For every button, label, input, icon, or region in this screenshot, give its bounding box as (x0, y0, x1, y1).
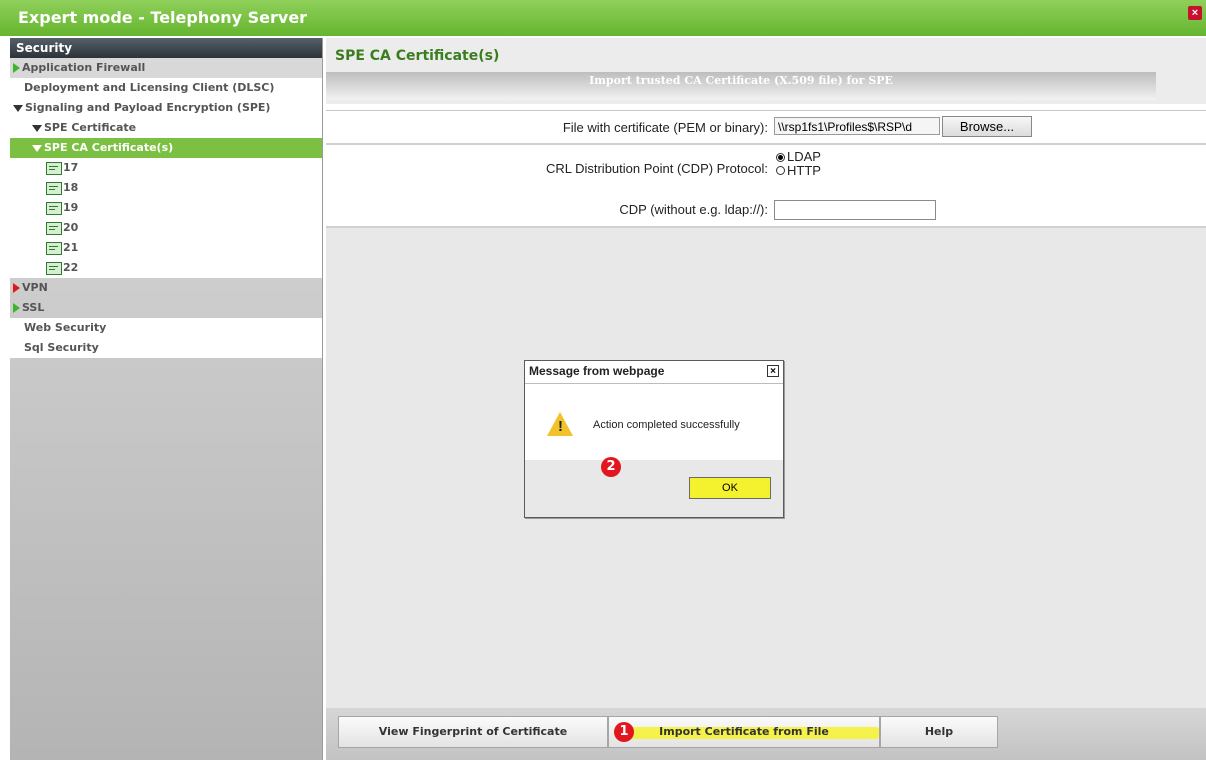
sidebar-item-application-firewall[interactable]: Application Firewall (10, 58, 322, 78)
step-1-badge: 1 (614, 722, 634, 742)
certificate-icon (46, 241, 62, 255)
import-section-bar: Import trusted CA Certificate (X.509 fil… (326, 72, 1156, 100)
file-path-field[interactable]: \\rsp1fs1\Profiles$\RSP\d (774, 117, 940, 135)
sidebar-item-cert-21[interactable]: 21 (10, 238, 322, 258)
file-label: File with certificate (PEM or binary): (562, 120, 768, 135)
cdp-label: CDP (without e.g. ldap://): (619, 202, 768, 217)
certificate-icon (46, 221, 62, 235)
dialog-title: Message from webpage (529, 364, 665, 378)
help-label: Help (924, 725, 954, 738)
radio-ldap-label: LDAP (787, 149, 821, 164)
sidebar-item-cert-20[interactable]: 20 (10, 218, 322, 238)
sidebar-item-cert-18[interactable]: 18 (10, 178, 322, 198)
page-header: SPE CA Certificate(s) Import trusted CA … (326, 38, 1206, 104)
step-2-badge: 2 (601, 457, 621, 477)
sidebar-item-label: Web Security (24, 321, 107, 334)
collapse-arrow-icon (32, 144, 42, 152)
view-fingerprint-button[interactable]: View Fingerprint of Certificate (338, 716, 608, 748)
sidebar-item-label: VPN (22, 281, 48, 294)
radio-http[interactable] (776, 166, 785, 175)
sidebar-item-label: Signaling and Payload Encryption (SPE) (25, 101, 271, 114)
dialog-message: Action completed successfully (593, 419, 740, 431)
sidebar-item-label: SPE Certificate (44, 121, 137, 134)
sidebar-item-label: 18 (63, 181, 79, 194)
sidebar-item-spe-ca-certificates[interactable]: SPE CA Certificate(s) (10, 138, 322, 158)
radio-ldap[interactable] (776, 153, 785, 162)
sidebar: Security Application Firewall Deployment… (10, 38, 323, 760)
expand-arrow-icon (13, 303, 20, 313)
sidebar-item-label: SSL (22, 301, 45, 314)
sidebar-item-label: 20 (63, 221, 79, 234)
footer-toolbar: View Fingerprint of Certificate Import C… (326, 708, 1206, 760)
sidebar-header: Security (10, 38, 322, 58)
view-fingerprint-label: View Fingerprint of Certificate (378, 725, 568, 738)
expand-arrow-icon (13, 63, 20, 73)
cdp-form: CRL Distribution Point (CDP) Protocol: L… (326, 146, 1206, 228)
sidebar-item-label: 21 (63, 241, 79, 254)
crl-protocol-label: CRL Distribution Point (CDP) Protocol: (545, 161, 768, 176)
expand-arrow-icon (13, 283, 20, 293)
sidebar-item-label: Deployment and Licensing Client (DLSC) (24, 81, 275, 94)
certificate-icon (46, 261, 62, 275)
sidebar-item-cert-19[interactable]: 19 (10, 198, 322, 218)
sidebar-item-label: Application Firewall (22, 61, 146, 74)
sidebar-item-label: 17 (63, 161, 79, 174)
certificate-icon (46, 181, 62, 195)
window-titlebar: Expert mode - Telephony Server × (0, 0, 1206, 36)
certificate-icon (46, 201, 62, 215)
sidebar-item-web-security[interactable]: Web Security (10, 318, 322, 338)
sidebar-item-vpn[interactable]: VPN (10, 278, 322, 298)
sidebar-item-spe-certificate[interactable]: SPE Certificate (10, 118, 322, 138)
file-form-row: File with certificate (PEM or binary): \… (326, 110, 1206, 145)
radio-http-label: HTTP (787, 163, 821, 178)
dialog-titlebar: Message from webpage × (525, 361, 783, 384)
sidebar-item-label: 19 (63, 201, 79, 214)
help-button[interactable]: Help (880, 716, 998, 748)
page-title: SPE CA Certificate(s) (335, 48, 500, 64)
sidebar-item-spe[interactable]: Signaling and Payload Encryption (SPE) (10, 98, 322, 118)
window-close-icon[interactable]: × (1188, 6, 1202, 20)
import-certificate-button[interactable]: Import Certificate from File (608, 716, 880, 748)
collapse-arrow-icon (13, 104, 23, 112)
dialog-ok-button[interactable]: OK (689, 477, 771, 499)
import-certificate-label: Import Certificate from File (659, 725, 829, 738)
message-dialog: Message from webpage × ! Action complete… (524, 360, 784, 518)
sidebar-item-label: SPE CA Certificate(s) (44, 141, 174, 154)
cdp-input[interactable] (774, 200, 936, 220)
sidebar-item-dlsc[interactable]: Deployment and Licensing Client (DLSC) (10, 78, 322, 98)
sidebar-item-label: 22 (63, 261, 79, 274)
dialog-close-icon[interactable]: × (767, 365, 779, 377)
browse-button[interactable]: Browse... (942, 116, 1032, 137)
sidebar-item-ssl[interactable]: SSL (10, 298, 322, 318)
certificate-icon (46, 161, 62, 175)
sidebar-item-cert-17[interactable]: 17 (10, 158, 322, 178)
dialog-body: ! Action completed successfully (525, 384, 783, 460)
sidebar-item-sql-security[interactable]: Sql Security (10, 338, 322, 358)
collapse-arrow-icon (32, 124, 42, 132)
window-title: Expert mode - Telephony Server (18, 8, 308, 27)
warning-glyph: ! (558, 418, 563, 435)
sidebar-item-label: Sql Security (24, 341, 99, 354)
sidebar-item-cert-22[interactable]: 22 (10, 258, 322, 278)
